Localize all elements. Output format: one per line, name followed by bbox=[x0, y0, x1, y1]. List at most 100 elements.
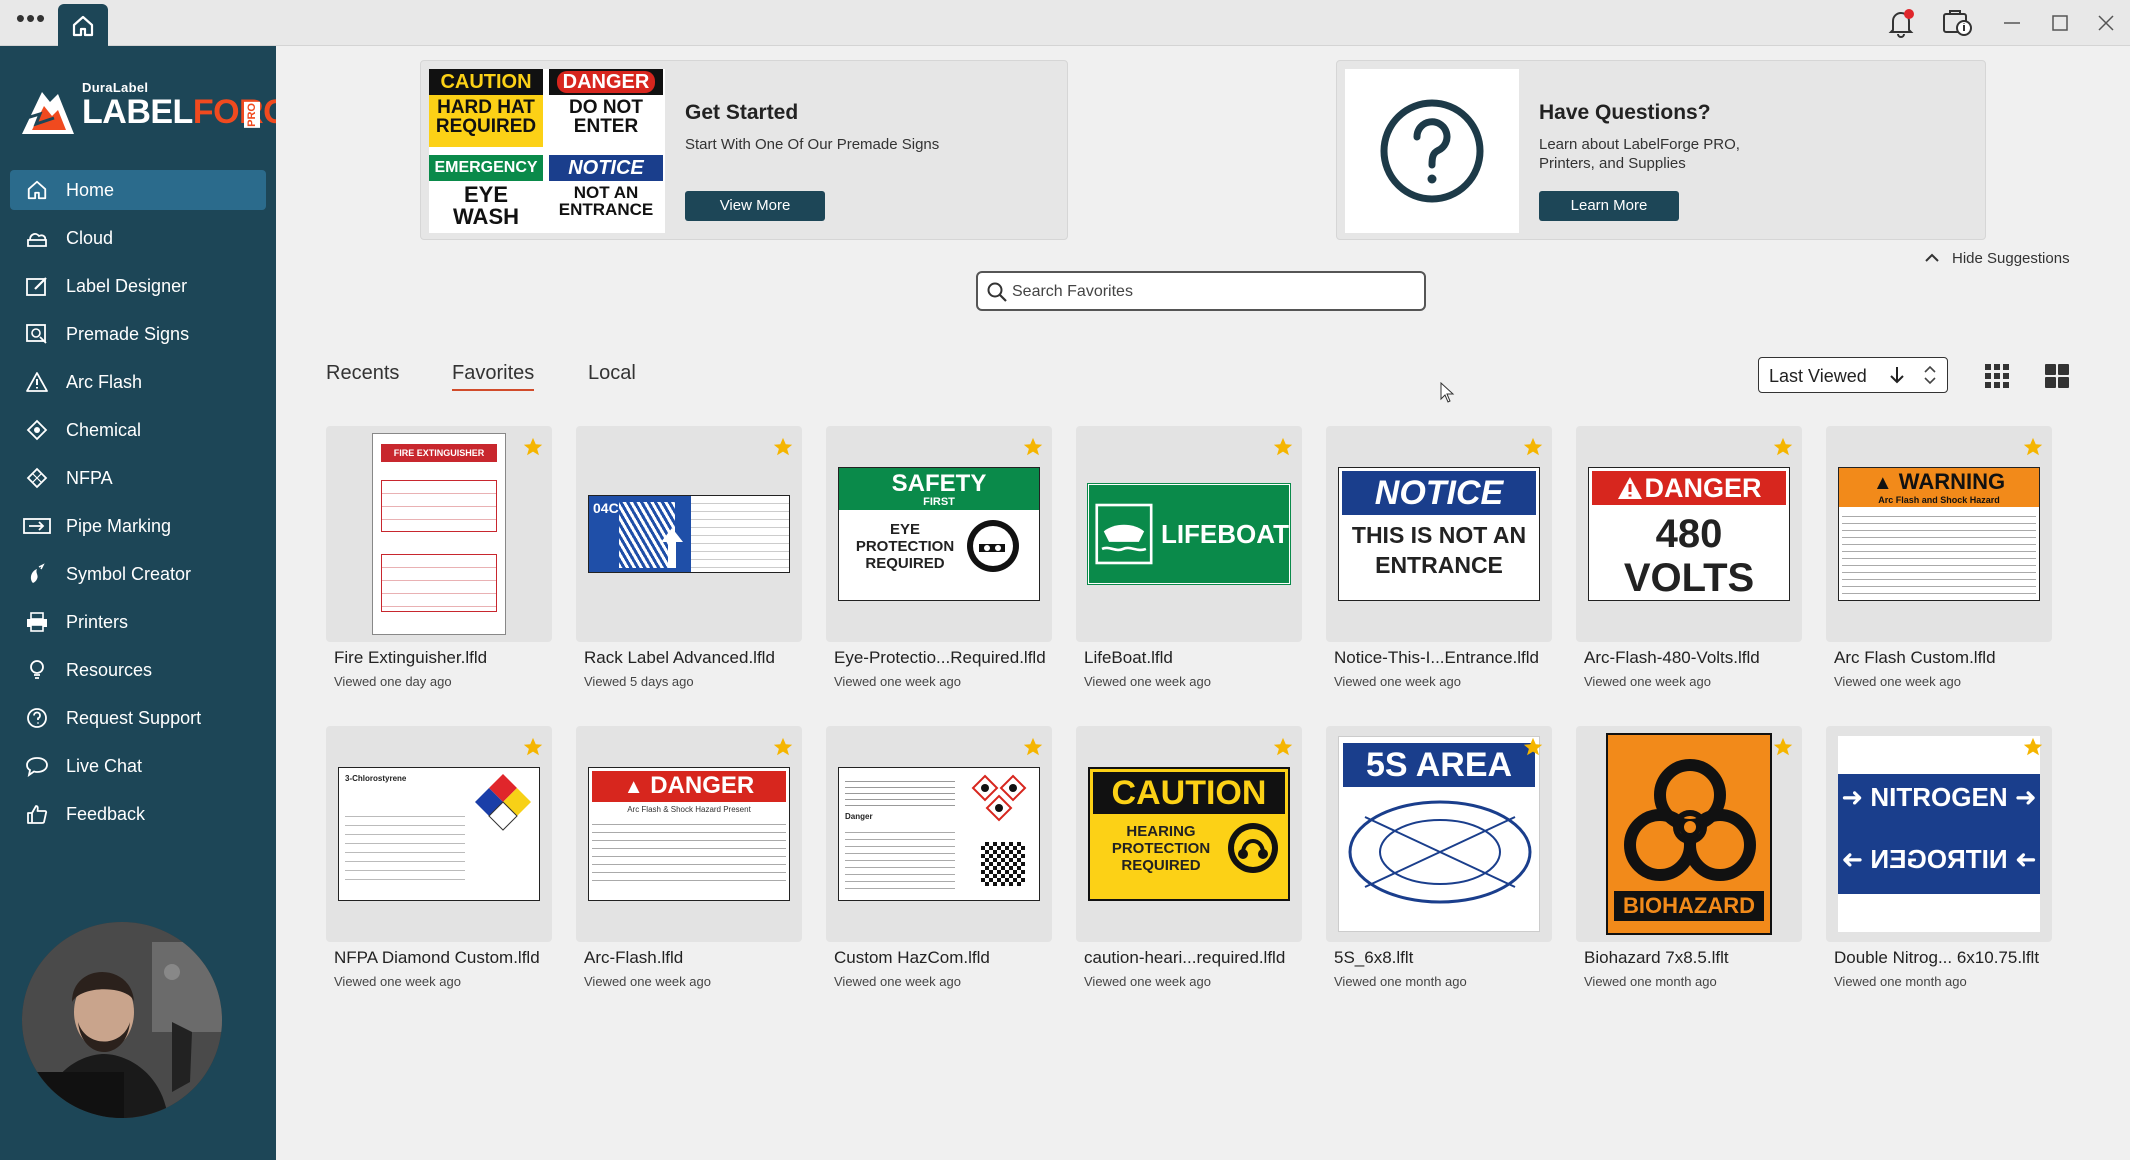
maximize-icon[interactable] bbox=[2046, 9, 2074, 37]
thumb-title-mirrored: NITROGEN bbox=[1870, 844, 2008, 874]
file-card[interactable]: CAUTION HEARING PROTECTION REQUIRED caut… bbox=[1076, 726, 1302, 989]
favorite-star-icon[interactable] bbox=[1022, 736, 1044, 758]
file-card[interactable]: DANGER 480 VOLTS Arc-Flash-480-Volts.lfl… bbox=[1576, 426, 1802, 689]
file-thumbnail: 04C bbox=[576, 426, 802, 642]
tab-favorites[interactable]: Favorites bbox=[452, 362, 535, 391]
sign-body: HARD HAT REQUIRED bbox=[435, 97, 537, 137]
close-icon[interactable] bbox=[2092, 9, 2120, 37]
sidebar-item-printers[interactable]: Printers bbox=[10, 602, 266, 642]
file-name: Arc-Flash.lfld bbox=[584, 948, 684, 967]
file-card[interactable]: 3-Chlorostyrene NFPA Diamond Custom.lfld… bbox=[326, 726, 552, 989]
file-thumbnail: 5S AREA bbox=[1326, 726, 1552, 942]
sidebar-item-nfpa[interactable]: NFPA bbox=[10, 458, 266, 498]
notification-bell-icon[interactable] bbox=[1884, 6, 1918, 40]
sidebar: DuraLabel LABELFORGE PRO Home Cloud Labe… bbox=[0, 46, 312, 1160]
biohazard-icon bbox=[1624, 759, 1756, 881]
sidebar-item-cloud[interactable]: Cloud bbox=[10, 218, 266, 258]
minimize-icon[interactable] bbox=[1998, 9, 2026, 37]
favorite-star-icon[interactable] bbox=[1272, 736, 1294, 758]
biohazard-label: BIOHAZARD bbox=[1606, 733, 1772, 935]
main-content: CAUTION HARD HAT REQUIRED DANGER DO NOT … bbox=[276, 46, 2130, 1160]
home-icon bbox=[72, 15, 94, 37]
sign-body: EYE WASH bbox=[453, 182, 519, 229]
file-card[interactable]: 5S AREA 5S_6x8.lflt Viewed one month ago bbox=[1326, 726, 1552, 989]
favorite-star-icon[interactable] bbox=[772, 736, 794, 758]
mouse-cursor-icon bbox=[1440, 382, 1455, 403]
sidebar-item-pipe-marking[interactable]: Pipe Marking bbox=[10, 506, 266, 546]
sidebar-item-resources[interactable]: Resources bbox=[10, 650, 266, 690]
search-favorites-input[interactable]: Search Favorites bbox=[976, 271, 1426, 311]
favorite-star-icon[interactable] bbox=[1272, 436, 1294, 458]
file-name: Fire Extinguisher.lfld bbox=[334, 648, 488, 667]
sidebar-item-symbol-creator[interactable]: Symbol Creator bbox=[10, 554, 266, 594]
file-name: 5S_6x8.lflt bbox=[1334, 948, 1414, 967]
notice-label: NOTICE THIS IS NOT AN ENTRANCE bbox=[1338, 467, 1540, 601]
favorite-star-icon[interactable] bbox=[1022, 436, 1044, 458]
sidebar-item-arc-flash[interactable]: Arc Flash bbox=[10, 362, 266, 402]
file-thumbnail: SAFETY FIRST EYE PROTECTION REQUIRED bbox=[826, 426, 1052, 642]
favorite-star-icon[interactable] bbox=[2022, 736, 2044, 758]
file-viewed-time: Viewed one week ago bbox=[334, 974, 461, 989]
device-info-icon[interactable] bbox=[1940, 6, 1974, 40]
favorite-star-icon[interactable] bbox=[522, 436, 544, 458]
file-card[interactable]: ➜ NITROGEN ➜ ➜ NITROGEN ➜ Double Nitrog.… bbox=[1826, 726, 2052, 989]
file-card[interactable]: LIFEBOAT LifeBoat.lfld Viewed one week a… bbox=[1076, 426, 1302, 689]
file-card[interactable]: ▲ DANGER Arc Flash & Shock Hazard Presen… bbox=[576, 726, 802, 989]
fire-extinguisher-label: FIRE EXTINGUISHER bbox=[372, 433, 506, 635]
favorite-star-icon[interactable] bbox=[772, 436, 794, 458]
more-menu-icon[interactable]: ••• bbox=[12, 5, 50, 38]
view-more-button[interactable]: View More bbox=[685, 191, 825, 221]
favorite-star-icon[interactable] bbox=[1522, 736, 1544, 758]
file-card[interactable]: SAFETY FIRST EYE PROTECTION REQUIRED Eye… bbox=[826, 426, 1052, 689]
hide-suggestions-toggle[interactable]: Hide Suggestions bbox=[1925, 250, 2070, 267]
home-tab[interactable] bbox=[58, 4, 108, 46]
sort-dropdown[interactable]: Last Viewed bbox=[1758, 357, 1948, 393]
favorite-star-icon[interactable] bbox=[2022, 436, 2044, 458]
sidebar-item-feedback[interactable]: Feedback bbox=[10, 794, 266, 834]
5s-cycle-diagram bbox=[1348, 800, 1532, 904]
sort-descending-icon[interactable] bbox=[1887, 364, 1907, 386]
chemical-icon bbox=[22, 418, 52, 442]
favorite-star-icon[interactable] bbox=[1772, 736, 1794, 758]
file-thumbnail: FIRE EXTINGUISHER bbox=[326, 426, 552, 642]
learn-more-button[interactable]: Learn More bbox=[1539, 191, 1679, 221]
file-card[interactable]: FIRE EXTINGUISHER Fire Extinguisher.lfld… bbox=[326, 426, 552, 689]
pipe-marking-icon bbox=[22, 514, 52, 538]
tab-local[interactable]: Local bbox=[588, 362, 636, 385]
thumb-title: 5S AREA bbox=[1343, 743, 1535, 787]
file-card[interactable]: BIOHAZARD Biohazard 7x8.5.lflt Viewed on… bbox=[1576, 726, 1802, 989]
sidebar-item-home[interactable]: Home bbox=[10, 170, 266, 210]
sidebar-item-request-support[interactable]: Request Support bbox=[10, 698, 266, 738]
sidebar-item-label-designer[interactable]: Label Designer bbox=[10, 266, 266, 306]
logo-mark-icon bbox=[19, 92, 74, 134]
favorite-star-icon[interactable] bbox=[522, 736, 544, 758]
favorite-star-icon[interactable] bbox=[1522, 436, 1544, 458]
file-card[interactable]: 04C Rack Label Advanced.lfld Viewed 5 da… bbox=[576, 426, 802, 689]
sidebar-item-premade-signs[interactable]: Premade Signs bbox=[10, 314, 266, 354]
file-card[interactable]: ▲ WARNING Arc Flash and Shock Hazard Arc… bbox=[1826, 426, 2052, 689]
thumb-title: 04C bbox=[593, 500, 619, 516]
tab-recents[interactable]: Recents bbox=[326, 362, 399, 385]
sidebar-item-live-chat[interactable]: Live Chat bbox=[10, 746, 266, 786]
eye-protection-label: SAFETY FIRST EYE PROTECTION REQUIRED bbox=[838, 467, 1040, 601]
file-name: NFPA Diamond Custom.lfld bbox=[334, 948, 540, 967]
favorite-star-icon[interactable] bbox=[1772, 436, 1794, 458]
file-name: Arc-Flash-480-Volts.lfld bbox=[1584, 648, 1760, 667]
sidebar-item-chemical[interactable]: Chemical bbox=[10, 410, 266, 450]
notice-sign-preview: NOTICE NOT AN ENTRANCE bbox=[549, 155, 663, 233]
get-started-title: Get Started bbox=[685, 101, 799, 124]
file-thumbnail: DANGER 480 VOLTS bbox=[1576, 426, 1802, 642]
file-viewed-time: Viewed one week ago bbox=[584, 974, 711, 989]
file-card[interactable]: NOTICE THIS IS NOT AN ENTRANCE Notice-Th… bbox=[1326, 426, 1552, 689]
file-card[interactable]: Danger Custom HazCom.lfld Viewed one wee… bbox=[826, 726, 1052, 989]
file-thumbnail: BIOHAZARD bbox=[1576, 726, 1802, 942]
large-grid-view-icon[interactable] bbox=[2042, 361, 2072, 391]
file-name: Rack Label Advanced.lfld bbox=[584, 648, 775, 667]
thumb-title: 3-Chlorostyrene bbox=[345, 774, 407, 783]
sidebar-item-label: Pipe Marking bbox=[66, 515, 172, 536]
file-name: Eye-Protectio...Required.lfld bbox=[834, 648, 1046, 667]
get-started-text: Start With One Of Our Premade Signs bbox=[685, 136, 940, 153]
file-thumbnail: Danger bbox=[826, 726, 1052, 942]
thumb-title: DANGER bbox=[1644, 472, 1762, 503]
small-grid-view-icon[interactable] bbox=[1982, 361, 2012, 391]
